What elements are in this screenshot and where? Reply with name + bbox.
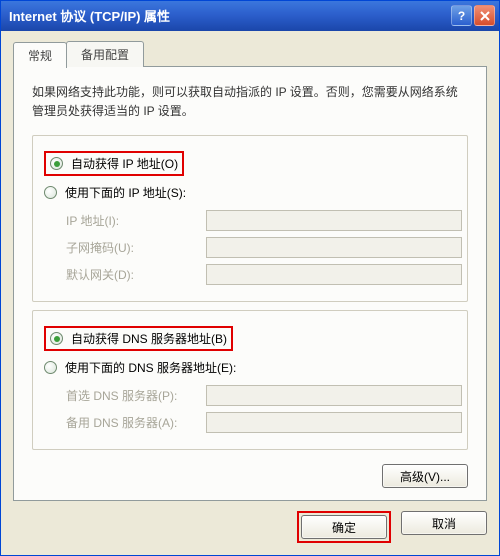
- radio-dns-manual[interactable]: [44, 361, 57, 374]
- radio-ip-manual-row[interactable]: 使用下面的 IP 地址(S):: [38, 181, 462, 204]
- dns-group: 自动获得 DNS 服务器地址(B) 使用下面的 DNS 服务器地址(E): 首选…: [32, 310, 468, 450]
- title-bar: Internet 协议 (TCP/IP) 属性 ?: [1, 1, 499, 31]
- label-default-gateway: 默认网关(D):: [66, 266, 206, 283]
- dialog-footer: 确定 取消: [13, 501, 487, 543]
- label-dns-preferred: 首选 DNS 服务器(P):: [66, 387, 206, 404]
- label-dns-alternate: 备用 DNS 服务器(A):: [66, 414, 206, 431]
- label-ip-address: IP 地址(I):: [66, 212, 206, 229]
- radio-dns-manual-row[interactable]: 使用下面的 DNS 服务器地址(E):: [38, 356, 462, 379]
- ok-button[interactable]: 确定: [301, 515, 387, 539]
- radio-ip-auto-label: 自动获得 IP 地址(O): [71, 155, 178, 172]
- help-button[interactable]: ?: [451, 5, 472, 26]
- field-dns-alternate: 备用 DNS 服务器(A):: [66, 412, 462, 433]
- radio-dns-auto-label: 自动获得 DNS 服务器地址(B): [71, 330, 227, 347]
- tab-panel-general: 如果网络支持此功能，则可以获取自动指派的 IP 设置。否则，您需要从网络系统管理…: [13, 66, 487, 501]
- advanced-button[interactable]: 高级(V)...: [382, 464, 468, 488]
- radio-ip-auto-row[interactable]: 自动获得 IP 地址(O): [38, 148, 462, 179]
- advanced-row: 高级(V)...: [32, 464, 468, 488]
- field-subnet-mask: 子网掩码(U):: [66, 237, 462, 258]
- tab-general[interactable]: 常规: [13, 42, 67, 68]
- field-ip-address: IP 地址(I):: [66, 210, 462, 231]
- highlight-ok: 确定: [297, 511, 391, 543]
- close-icon: [480, 11, 490, 21]
- label-subnet-mask: 子网掩码(U):: [66, 239, 206, 256]
- input-dns-alternate: [206, 412, 462, 433]
- window-title: Internet 协议 (TCP/IP) 属性: [9, 6, 451, 25]
- window-buttons: ?: [451, 5, 495, 26]
- tab-strip: 常规 备用配置: [13, 41, 487, 67]
- input-subnet-mask: [206, 237, 462, 258]
- highlight-dns-auto: 自动获得 DNS 服务器地址(B): [44, 326, 233, 351]
- radio-ip-auto[interactable]: [50, 157, 63, 170]
- highlight-ip-auto: 自动获得 IP 地址(O): [44, 151, 184, 176]
- ip-group: 自动获得 IP 地址(O) 使用下面的 IP 地址(S): IP 地址(I): …: [32, 135, 468, 302]
- input-ip-address: [206, 210, 462, 231]
- cancel-button[interactable]: 取消: [401, 511, 487, 535]
- client-area: 常规 备用配置 如果网络支持此功能，则可以获取自动指派的 IP 设置。否则，您需…: [1, 31, 499, 555]
- radio-dns-auto[interactable]: [50, 332, 63, 345]
- radio-dns-manual-label: 使用下面的 DNS 服务器地址(E):: [65, 359, 236, 376]
- field-dns-preferred: 首选 DNS 服务器(P):: [66, 385, 462, 406]
- dialog-window: Internet 协议 (TCP/IP) 属性 ? 常规 备用配置 如果网络支持…: [0, 0, 500, 556]
- radio-ip-manual[interactable]: [44, 186, 57, 199]
- radio-ip-manual-label: 使用下面的 IP 地址(S):: [65, 184, 186, 201]
- close-button[interactable]: [474, 5, 495, 26]
- tab-alternate[interactable]: 备用配置: [66, 41, 144, 67]
- input-dns-preferred: [206, 385, 462, 406]
- field-default-gateway: 默认网关(D):: [66, 264, 462, 285]
- description-text: 如果网络支持此功能，则可以获取自动指派的 IP 设置。否则，您需要从网络系统管理…: [32, 83, 468, 121]
- input-default-gateway: [206, 264, 462, 285]
- radio-dns-auto-row[interactable]: 自动获得 DNS 服务器地址(B): [38, 323, 462, 354]
